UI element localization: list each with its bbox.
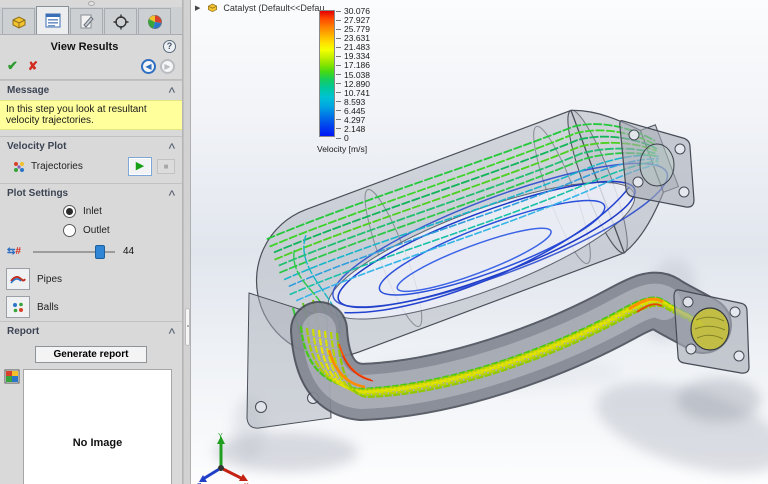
graphics-viewport[interactable]: Y X Z ▶ Catalyst (Default<<Defau... 30.0… [191, 0, 768, 484]
feature-tree-flyout[interactable]: ▶ Catalyst (Default<<Defau... [195, 2, 332, 13]
outlet-radio[interactable] [63, 224, 76, 237]
stop-button[interactable]: ■ [157, 159, 175, 174]
collapse-chevron-icon[interactable]: ᐱ [169, 86, 175, 95]
tab-propertymanager[interactable] [36, 6, 69, 34]
balls-row: Balls [0, 293, 182, 321]
pipes-button[interactable] [6, 268, 30, 290]
back-button[interactable]: ◀ [141, 58, 156, 74]
tab-displaymanager[interactable] [138, 8, 171, 34]
velocity-plot-section-header[interactable]: Velocity Plot ᐱ [0, 136, 182, 155]
balls-icon [13, 302, 23, 312]
panel-splitter[interactable] [183, 0, 191, 484]
message-section-header[interactable]: Message ᐱ [0, 80, 182, 99]
ok-button[interactable]: ✔ [7, 58, 18, 74]
cancel-button[interactable]: ✘ [28, 59, 38, 73]
panel-tab-bar [0, 6, 182, 35]
collapse-chevron-icon[interactable]: ᐱ [169, 189, 175, 198]
trajectories-label: Trajectories [31, 161, 83, 172]
trajectory-count-row: ⇆# 44 [0, 240, 182, 265]
report-preview-box: No Image [23, 369, 172, 484]
panel-header: View Results ? [0, 35, 182, 55]
tab-featuremanager[interactable] [2, 8, 35, 34]
message-text: In this step you look at resultant veloc… [0, 100, 182, 130]
generate-report-button[interactable]: Generate report [35, 346, 147, 363]
collapse-chevron-icon[interactable]: ᐱ [169, 142, 175, 151]
forward-button[interactable]: ▶ [160, 58, 175, 74]
trajectories-icon [14, 161, 24, 172]
outlet-radio-row[interactable]: Outlet [0, 221, 182, 240]
play-button[interactable]: ▶ [128, 157, 152, 176]
ok-cancel-row: ✔ ✘ ◀ ▶ [0, 55, 182, 80]
pipes-label: Pipes [37, 273, 63, 285]
report-image-icon[interactable] [4, 369, 21, 385]
balls-button[interactable] [6, 296, 30, 318]
solidworks-window: { "panel": { "tabs": [ {"name": "part-ta… [0, 0, 768, 484]
crosshair-icon [113, 14, 128, 29]
inlet-label: Inlet [83, 206, 102, 217]
propertymanager-panel: View Results ? ✔ ✘ ◀ ▶ Message ᐱ In this… [0, 0, 183, 484]
page-title: View Results [50, 40, 119, 53]
report-body: Generate report No Image Display annotat… [0, 340, 182, 484]
pipes-icon [10, 275, 26, 284]
propertymanager-icon [45, 13, 60, 28]
splitter-handle[interactable] [185, 308, 190, 346]
collapse-chevron-icon[interactable]: ᐱ [169, 327, 175, 336]
plot-settings-section-header[interactable]: Plot Settings ᐱ [0, 183, 182, 202]
inlet-radio[interactable] [63, 205, 76, 218]
pipe-flange[interactable] [673, 289, 750, 374]
outlet-flange[interactable] [619, 120, 695, 208]
tab-appearances[interactable] [70, 8, 103, 34]
inlet-radio-row[interactable]: Inlet [0, 202, 182, 221]
tab-dimxpertmanager[interactable] [104, 8, 137, 34]
count-slider[interactable] [33, 244, 115, 259]
count-slider-thumb[interactable] [95, 244, 105, 259]
tree-expand-icon[interactable]: ▶ [195, 4, 200, 12]
model-scene: Y X Z [197, 109, 768, 484]
colorwheel-icon [147, 14, 162, 29]
appearances-icon [80, 14, 94, 29]
report-section-header[interactable]: Report ᐱ [0, 321, 182, 340]
help-icon[interactable]: ? [163, 40, 176, 53]
pipes-row: Pipes [0, 265, 182, 293]
panel-grip[interactable] [0, 0, 182, 7]
trajectories-row: Trajectories ▶ ■ [0, 155, 182, 183]
outlet-label: Outlet [83, 225, 110, 236]
no-image-text: No Image [72, 436, 123, 449]
legend-color-bar [319, 10, 335, 137]
legend-title: Velocity [m/s] [317, 144, 368, 154]
balls-label: Balls [37, 301, 59, 313]
part-icon [12, 15, 25, 29]
part-icon [208, 3, 218, 13]
triad-y-label: Y [218, 433, 223, 440]
count-slider-value: 44 [123, 246, 135, 257]
trajectory-count-icon: ⇆# [7, 246, 21, 257]
tree-item-label: Catalyst (Default<<Defau... [223, 2, 332, 13]
